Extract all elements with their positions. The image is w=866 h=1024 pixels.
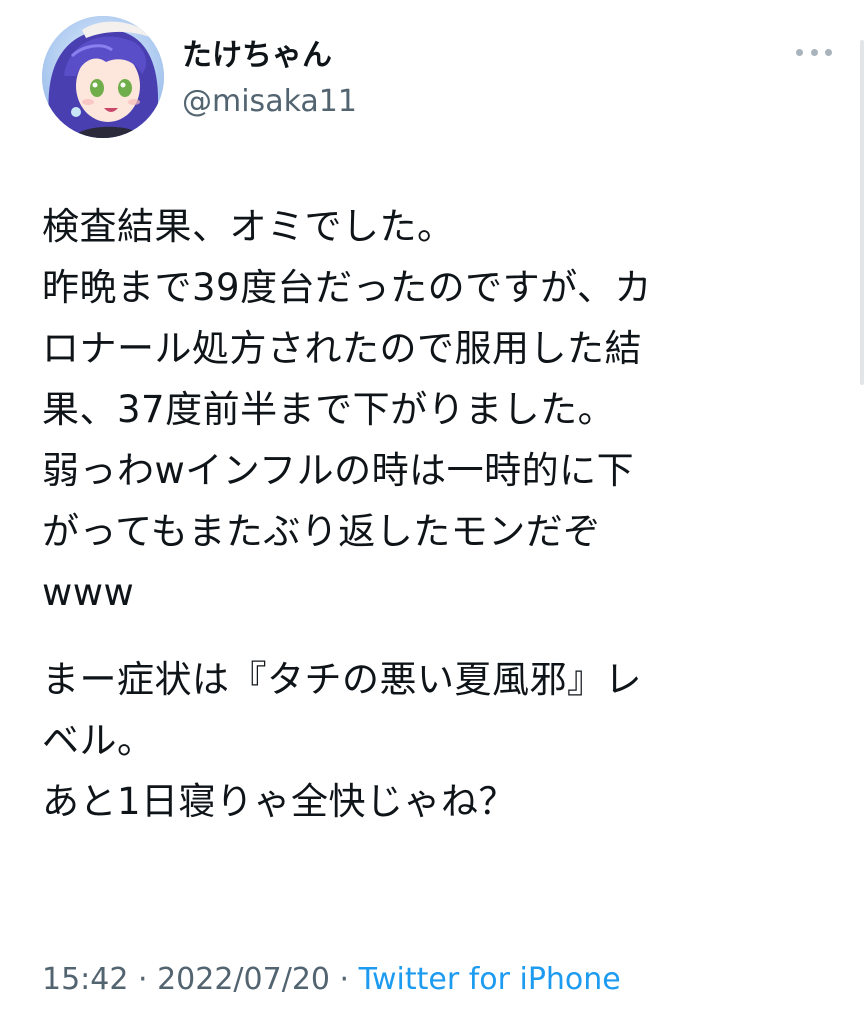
display-name[interactable]: たけちゃん [182, 38, 357, 74]
tweet-line: あと1日寝りゃ全快じゃね？ [42, 780, 517, 823]
tweet-line: 昨晩まで39度台だったのですが、カ [42, 266, 652, 309]
tweet-container: たけちゃん @misaka11 検査結果、オミでした。 昨晩まで39度台だったの… [0, 0, 866, 1024]
tweet-date[interactable]: 2022/07/20 [157, 962, 330, 997]
user-handle[interactable]: @misaka11 [182, 82, 357, 122]
tweet-source-link[interactable]: Twitter for iPhone [359, 962, 621, 997]
tweet-line: まー症状は『タチの悪い夏風邪』レ [42, 658, 642, 701]
tweet-time[interactable]: 15:42 [42, 962, 128, 997]
tweet-line: 弱っわwインフルの時は一時的に下 [42, 449, 635, 492]
tweet-line: www [42, 571, 135, 614]
avatar-image [42, 16, 164, 138]
user-names: たけちゃん @misaka11 [182, 38, 357, 122]
more-horizontal-icon[interactable] [796, 44, 832, 60]
tweet-meta: 15:42 · 2022/07/20 · Twitter for iPhone [42, 958, 621, 1002]
tweet-line: ロナール処方されたので服用した結 [42, 327, 642, 370]
tweet-line: ベル。 [42, 719, 155, 762]
tweet-line: がってもまたぶり返したモンだぞ [42, 510, 601, 553]
meta-separator: · [128, 962, 158, 997]
tweet-text: 検査結果、オミでした。 昨晩まで39度台だったのですが、カ ロナール処方されたの… [42, 196, 832, 832]
scrollbar[interactable] [860, 40, 864, 385]
tweet-line: 果、37度前半まで下がりました。 [42, 388, 616, 431]
tweet-line: 検査結果、オミでした。 [42, 205, 455, 248]
meta-separator: · [330, 962, 359, 997]
tweet-header: たけちゃん @misaka11 [42, 16, 832, 140]
avatar[interactable] [42, 16, 164, 138]
